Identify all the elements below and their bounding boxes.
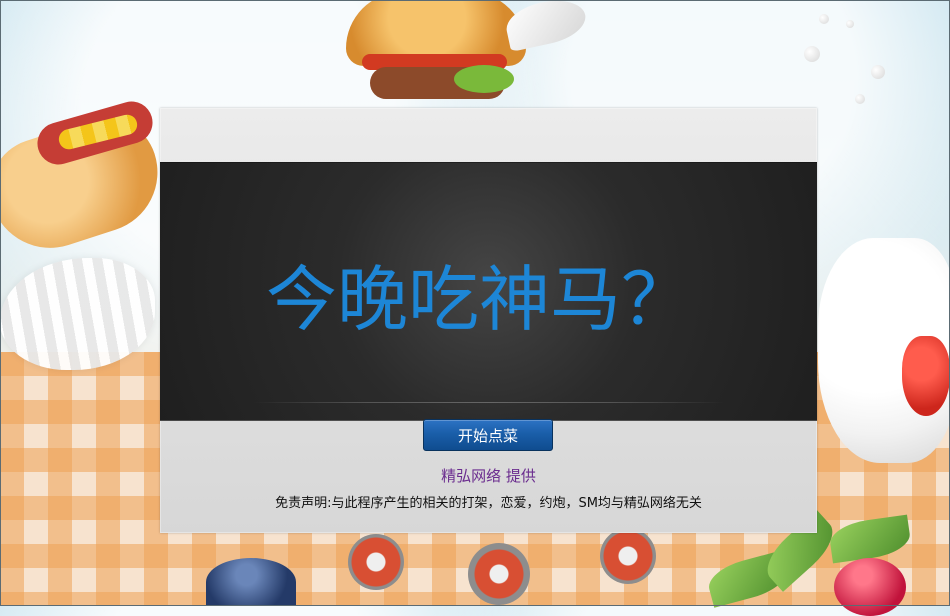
wheel-illustration <box>600 528 656 584</box>
main-panel: 今晚吃神马？ 开始点菜 精弘网络 提供 免责声明:与此程序产生的相关的打架，恋爱… <box>160 108 817 533</box>
burger-illustration <box>346 0 590 112</box>
pearl-illustration <box>871 65 885 79</box>
burger-lettuce <box>454 65 514 93</box>
wheel-illustration <box>348 534 404 590</box>
strawberry-illustration <box>902 336 950 416</box>
hotdog-illustration <box>0 96 174 264</box>
page-title: 今晚吃神马？ <box>266 258 693 341</box>
divider <box>254 402 724 403</box>
hero-section: 今晚吃神马？ 开始点菜 <box>160 162 817 451</box>
provider-text: 精弘网络 提供 <box>441 467 536 485</box>
wheel-illustration <box>468 543 530 605</box>
start-ordering-button[interactable]: 开始点菜 <box>423 419 553 451</box>
pearl-illustration <box>846 20 854 28</box>
pearl-illustration <box>819 14 829 24</box>
disclaimer-text: 免责声明:与此程序产生的相关的打架，恋爱，约炮，SM均与精弘网络无关 <box>275 496 702 511</box>
cherry-illustration <box>834 558 906 616</box>
burger-wing <box>502 0 590 52</box>
pearl-illustration <box>804 46 820 62</box>
pearl-illustration <box>855 94 865 104</box>
blueberry-illustration <box>206 558 296 606</box>
